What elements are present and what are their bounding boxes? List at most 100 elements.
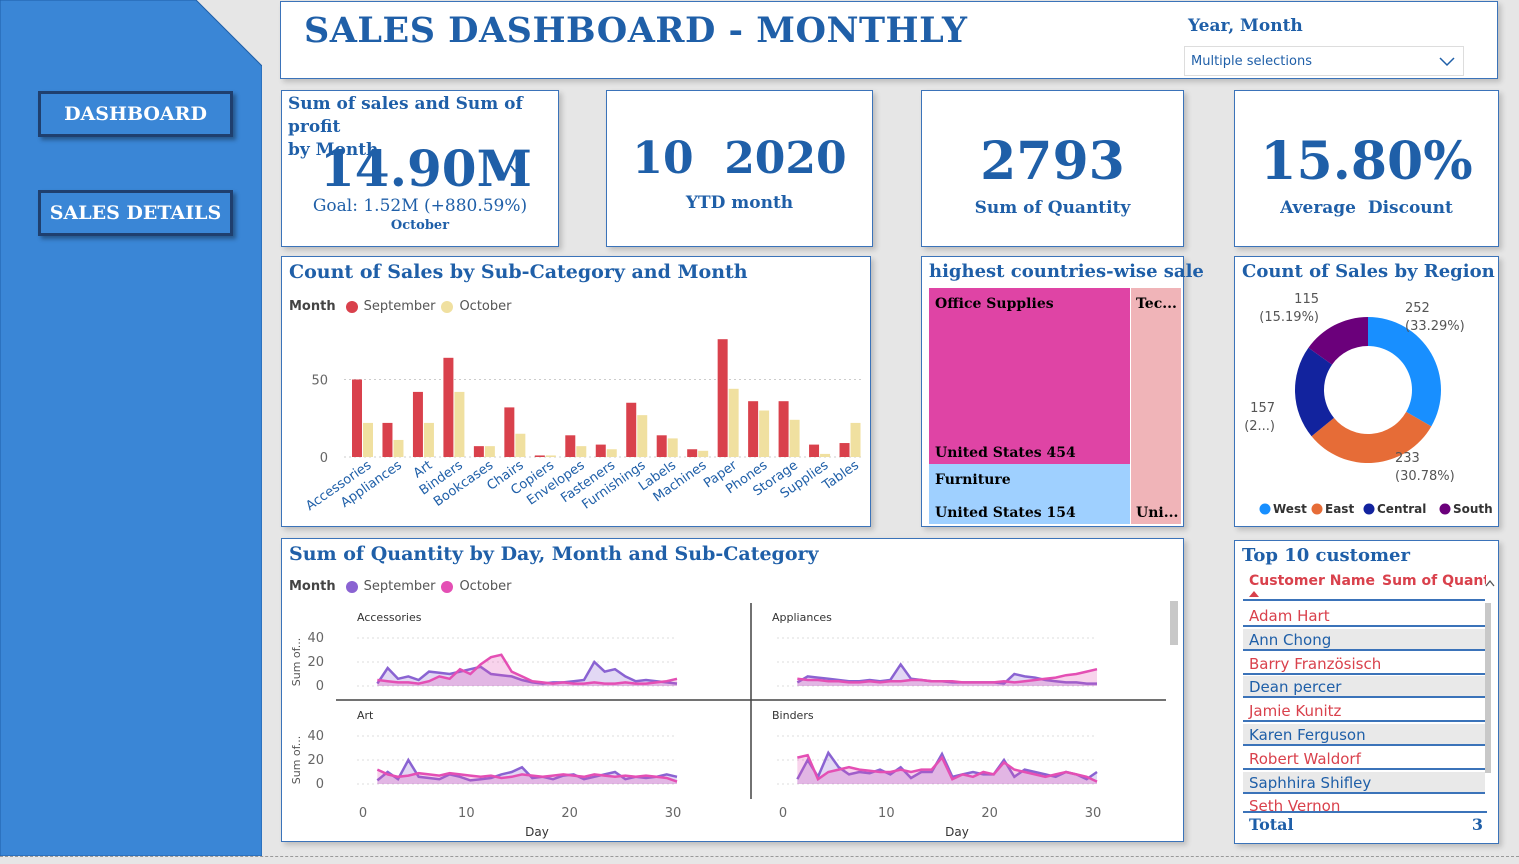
scrollbar[interactable] — [1170, 601, 1178, 645]
treemap-tile-technology[interactable]: Tec... Uni... — [1131, 288, 1181, 524]
y-tick-label: 0 — [320, 451, 328, 466]
kpi-discount-card: 15.80% Average Discount — [1234, 90, 1499, 247]
x-tick-label: 30 — [1085, 806, 1102, 821]
customer-row[interactable]: Barry Französisch — [1243, 652, 1485, 675]
scrollbar[interactable] — [1485, 603, 1491, 773]
bar-september — [809, 444, 820, 457]
line-chart-card: Sum of Quantity by Day, Month and Sub-Ca… — [281, 538, 1184, 842]
treemap-tile-office-supplies[interactable]: Office Supplies United States 454 — [929, 288, 1130, 464]
tile-category: Tec... — [1136, 296, 1177, 312]
footer-divider — [0, 856, 1519, 857]
sidebar: DASHBOARD SALES DETAILS — [0, 0, 262, 856]
bar-september — [687, 449, 698, 457]
y-axis-label: Sum of... — [290, 638, 303, 686]
kpi-sales-title-line1: Sum of sales and Sum of profit — [288, 94, 523, 137]
x-tick-label: 20 — [981, 806, 998, 821]
total-value: 3 — [1471, 815, 1483, 834]
total-row: Total 3 — [1243, 811, 1487, 841]
bar-september — [656, 435, 667, 457]
donut-chart: 252 (33.29%) 233 (30.78%) 157 (2...) 115 (15.19… — [1244, 292, 1493, 516]
customer-row[interactable]: Karen Ferguson — [1243, 724, 1485, 746]
customer-row[interactable]: Dean percer — [1243, 676, 1485, 699]
dashboard-button[interactable]: DASHBOARD — [38, 91, 233, 137]
legend-south: South — [1453, 502, 1493, 516]
donut-card: Count of Sales by Region 252 (33.29%) 233(… — [1234, 256, 1499, 527]
bar-october — [545, 455, 556, 457]
column-header-quantity[interactable]: Sum of Quant — [1382, 573, 1486, 589]
customer-row[interactable]: Robert Waldorf — [1243, 747, 1485, 770]
bar-october — [637, 415, 648, 457]
sales-details-button[interactable]: SALES DETAILS — [38, 190, 233, 236]
bar-september — [626, 402, 637, 457]
kpi-discount-label: Average Discount — [1280, 198, 1453, 218]
panel-title: Appliances — [772, 611, 832, 624]
kpi-discount-value: 15.80% — [1260, 131, 1473, 192]
bar-september — [839, 443, 850, 457]
kpi-quantity-label: Sum of Quantity — [974, 198, 1131, 218]
dropdown-value: Multiple selections — [1191, 54, 1312, 69]
panel-title: Art — [357, 709, 374, 722]
bar-october — [789, 419, 800, 457]
legend-east: East — [1325, 502, 1354, 516]
slice-percent-label: (2...) — [1244, 419, 1275, 434]
bar-october — [363, 422, 373, 457]
bar-september — [504, 407, 515, 457]
bar-october — [454, 391, 465, 457]
x-tick-label: 20 — [561, 806, 578, 821]
legend-dot-south — [1439, 503, 1451, 515]
bar-october — [484, 446, 495, 457]
bar-october — [667, 438, 678, 457]
slice-value-label: 157 — [1250, 401, 1275, 416]
customer-row[interactable]: Ann Chong — [1243, 628, 1485, 651]
y-tick-label: 0 — [316, 777, 324, 792]
tile-value: United States 454 — [935, 445, 1076, 461]
kpi-ytd-label: YTD month — [685, 193, 794, 213]
scroll-up-icon[interactable] — [1485, 579, 1495, 587]
bar-september — [382, 422, 393, 457]
customer-row[interactable]: Saphhira Shifley — [1243, 771, 1485, 794]
kpi-sales-month: October — [390, 218, 450, 233]
bar-september — [412, 391, 423, 457]
y-axis-label: Sum of... — [290, 736, 303, 784]
y-tick-label: 0 — [316, 679, 324, 694]
tile-category: Office Supplies — [935, 296, 1054, 312]
slice-percent-label: (33.29%) — [1405, 319, 1465, 334]
x-axis-label: Day — [945, 825, 969, 839]
bar-october — [820, 453, 831, 457]
bar-september — [473, 446, 484, 457]
kpi-sales-goal: Goal: 1.52M (+880.59%) — [312, 196, 528, 216]
bar-october — [515, 433, 526, 457]
x-tick-label: 10 — [878, 806, 895, 821]
bar-october — [576, 446, 587, 457]
bar-october — [423, 422, 434, 457]
legend-dot-east — [1311, 503, 1323, 515]
kpi-ytd-card: 10 2020 YTD month — [606, 90, 873, 247]
customer-row[interactable]: Adam Hart — [1243, 605, 1485, 627]
slice-value-label: 252 — [1405, 301, 1430, 316]
x-tick-label: 10 — [458, 806, 475, 821]
kpi-sales-value: 14.90M — [320, 139, 532, 198]
customer-row[interactable]: Jamie Kunitz — [1243, 700, 1485, 723]
year-month-dropdown[interactable]: Multiple selections — [1184, 46, 1464, 76]
x-tick-label: 0 — [779, 806, 787, 821]
panel-title: Accessories — [357, 611, 422, 624]
column-header-customer[interactable]: Customer Name — [1249, 573, 1375, 589]
page-title: SALES DASHBOARD - MONTHLY — [304, 10, 968, 51]
treemap-tile-furniture[interactable]: Furniture United States 154 — [929, 464, 1130, 524]
bar-october — [728, 388, 739, 457]
line-chart-plot: Accessories 40 20 0 Sum of... Appliances Art 40… — [290, 603, 1166, 839]
slice-value-label: 115 — [1294, 292, 1319, 307]
legend-dot-west — [1259, 503, 1271, 515]
tile-value: Uni... — [1136, 505, 1179, 521]
sort-ascending-icon — [1249, 591, 1259, 597]
slice-value-label: 233 — [1395, 451, 1420, 466]
y-tick-label: 50 — [311, 374, 328, 389]
legend-dot-central — [1363, 503, 1375, 515]
checkmark-icon — [510, 161, 524, 173]
top-customers-card: Top 10 customer Customer Name Sum of Qua… — [1234, 540, 1499, 844]
header-panel: SALES DASHBOARD - MONTHLY Year, Month Mu… — [280, 1, 1498, 79]
chevron-down-icon — [1439, 57, 1455, 67]
kpi-ytd-value: 10 2020 — [632, 133, 847, 184]
slice-percent-label: (30.78%) — [1395, 469, 1455, 484]
top-customers-title: Top 10 customer — [1242, 545, 1410, 566]
